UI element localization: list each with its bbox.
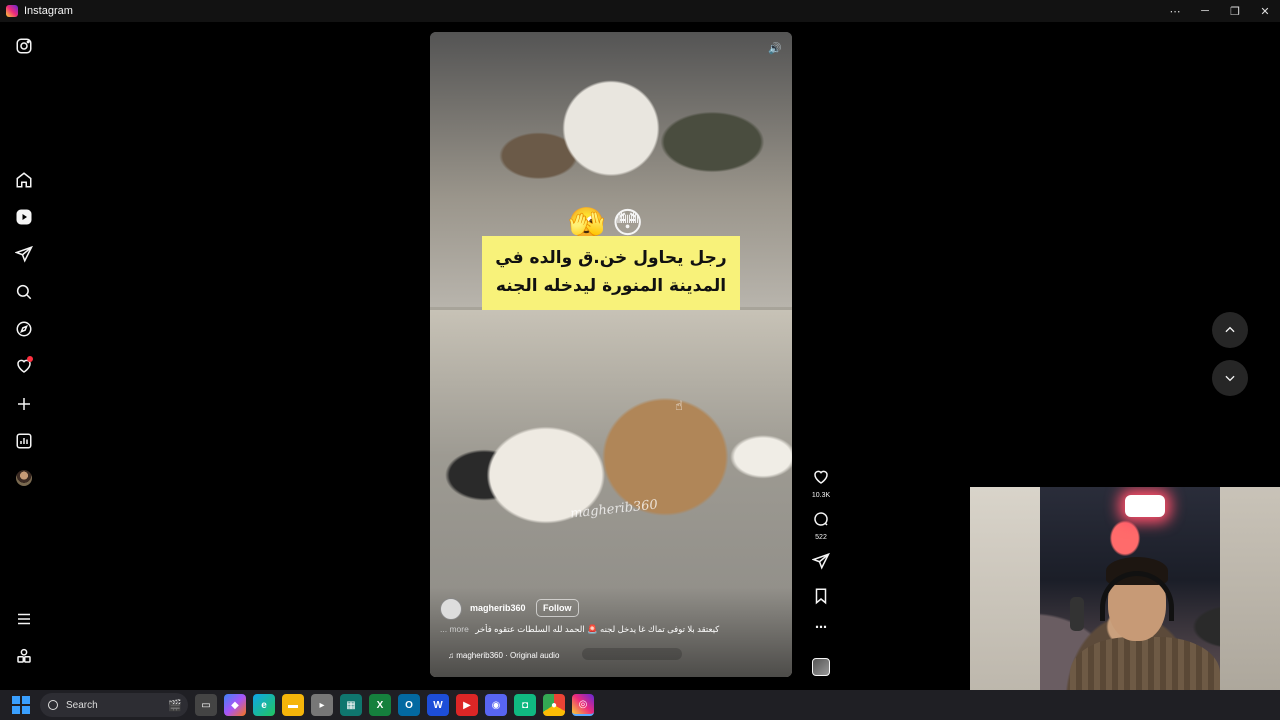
search-highlight-icon: 🎬 — [168, 699, 182, 712]
audio-track-bar — [582, 648, 682, 660]
discord-icon[interactable]: ◉ — [485, 694, 507, 716]
search-icon — [48, 700, 58, 710]
author-username[interactable]: magherib360 — [470, 603, 526, 613]
task-view-icon[interactable]: ▭ — [195, 694, 217, 716]
reel-caption: ... more كيعتقد بلا توفى تماك غا يدخل لج… — [440, 624, 740, 635]
messages-icon[interactable] — [12, 242, 36, 266]
reel-video[interactable]: 🫣 😳 رجل يحاول خن.ق والده في المدينة المن… — [430, 32, 792, 677]
heart-icon — [814, 470, 828, 484]
chevron-up-icon — [1225, 326, 1235, 333]
save-button[interactable] — [806, 587, 836, 610]
taskbar-search-label: Search — [66, 699, 98, 711]
close-button[interactable]: ✕ — [1250, 0, 1280, 22]
avatar — [16, 470, 32, 486]
taskbar-search[interactable]: Search 🎬 — [40, 693, 188, 717]
minimize-button[interactable]: ─ — [1190, 0, 1220, 22]
window-title: Instagram — [24, 5, 73, 17]
webcam-neon-lamp — [1125, 495, 1165, 517]
music-note-icon: ♫ — [448, 651, 454, 660]
chrome-icon[interactable]: ● — [543, 694, 565, 716]
youtube-icon[interactable]: ▶ — [456, 694, 478, 716]
webcam-wall-right — [1220, 487, 1280, 720]
volume-icon[interactable]: 🔊 — [768, 42, 782, 56]
share-icon — [811, 552, 830, 570]
follow-button[interactable]: Follow — [536, 599, 579, 617]
excel-icon[interactable]: X — [369, 694, 391, 716]
media-app-icon[interactable]: ▸ — [311, 694, 333, 716]
window-controls: ⋯ ─ ❐ ✕ — [1160, 0, 1280, 22]
comment-button[interactable]: 522 — [806, 510, 836, 541]
copilot-icon[interactable]: ◆ — [224, 694, 246, 716]
comment-count: 522 — [815, 534, 827, 541]
notifications-icon[interactable] — [12, 354, 36, 378]
taskbar: Search 🎬 ▭ ◆ e ▬ ▸ ▦ X O W ▶ ◉ ◘ ● ◎ — [0, 690, 1280, 720]
android-app-icon[interactable]: ◘ — [514, 694, 536, 716]
notification-dot — [27, 356, 33, 362]
profile-icon[interactable] — [12, 466, 36, 490]
webcam-overlay — [970, 487, 1280, 720]
more-options-icon[interactable]: ⋯ — [1160, 0, 1190, 22]
like-button[interactable]: 10.3K — [806, 468, 836, 499]
video-overlay-caption: رجل يحاول خن.ق والده في المدينة المنورة … — [482, 236, 740, 310]
previous-reel-button[interactable] — [1212, 312, 1248, 348]
next-reel-button[interactable] — [1212, 360, 1248, 396]
like-count: 10.3K — [811, 492, 831, 499]
webcam-microphone — [1070, 597, 1084, 631]
more-link[interactable]: ... more — [440, 624, 469, 634]
instagram-taskbar-icon[interactable]: ◎ — [572, 694, 594, 716]
home-icon[interactable] — [12, 168, 36, 192]
search-icon[interactable] — [12, 280, 36, 304]
start-button[interactable] — [12, 696, 30, 714]
more-options-icon[interactable]: ⋯ — [806, 620, 836, 634]
instagram-logo-icon[interactable] — [12, 34, 36, 58]
explore-icon[interactable] — [12, 317, 36, 341]
threads-icon[interactable] — [12, 644, 36, 668]
window-titlebar: Instagram ⋯ ─ ❐ ✕ — [0, 0, 1280, 22]
word-icon[interactable]: W — [427, 694, 449, 716]
reel-caption-text: كيعتقد بلا توفى تماك غا يدخل لجنه 🚨 الحم… — [475, 624, 720, 634]
create-icon[interactable] — [12, 392, 36, 416]
chevron-down-icon — [1225, 375, 1235, 382]
menu-icon[interactable] — [12, 607, 36, 631]
webcam-wall-left — [970, 487, 1040, 720]
instagram-app-icon — [6, 5, 18, 17]
outlook-icon[interactable]: O — [398, 694, 420, 716]
audio-info[interactable]: ♫ magherib360 · Original audio — [448, 651, 559, 660]
audio-label: magherib360 · Original audio — [456, 651, 560, 660]
reels-icon[interactable] — [12, 205, 36, 229]
bookmark-icon — [815, 588, 827, 605]
dashboard-icon[interactable] — [12, 429, 36, 453]
author-avatar[interactable] — [440, 598, 462, 620]
share-button[interactable] — [806, 552, 836, 575]
audio-thumbnail[interactable] — [812, 658, 830, 676]
hand-cursor-icon: ☝ — [675, 398, 683, 413]
sidebar — [0, 22, 48, 690]
store-icon[interactable]: ▦ — [340, 694, 362, 716]
restore-button[interactable]: ❐ — [1220, 0, 1250, 22]
edge-icon[interactable]: e — [253, 694, 275, 716]
file-explorer-icon[interactable]: ▬ — [282, 694, 304, 716]
comment-icon — [814, 512, 828, 526]
